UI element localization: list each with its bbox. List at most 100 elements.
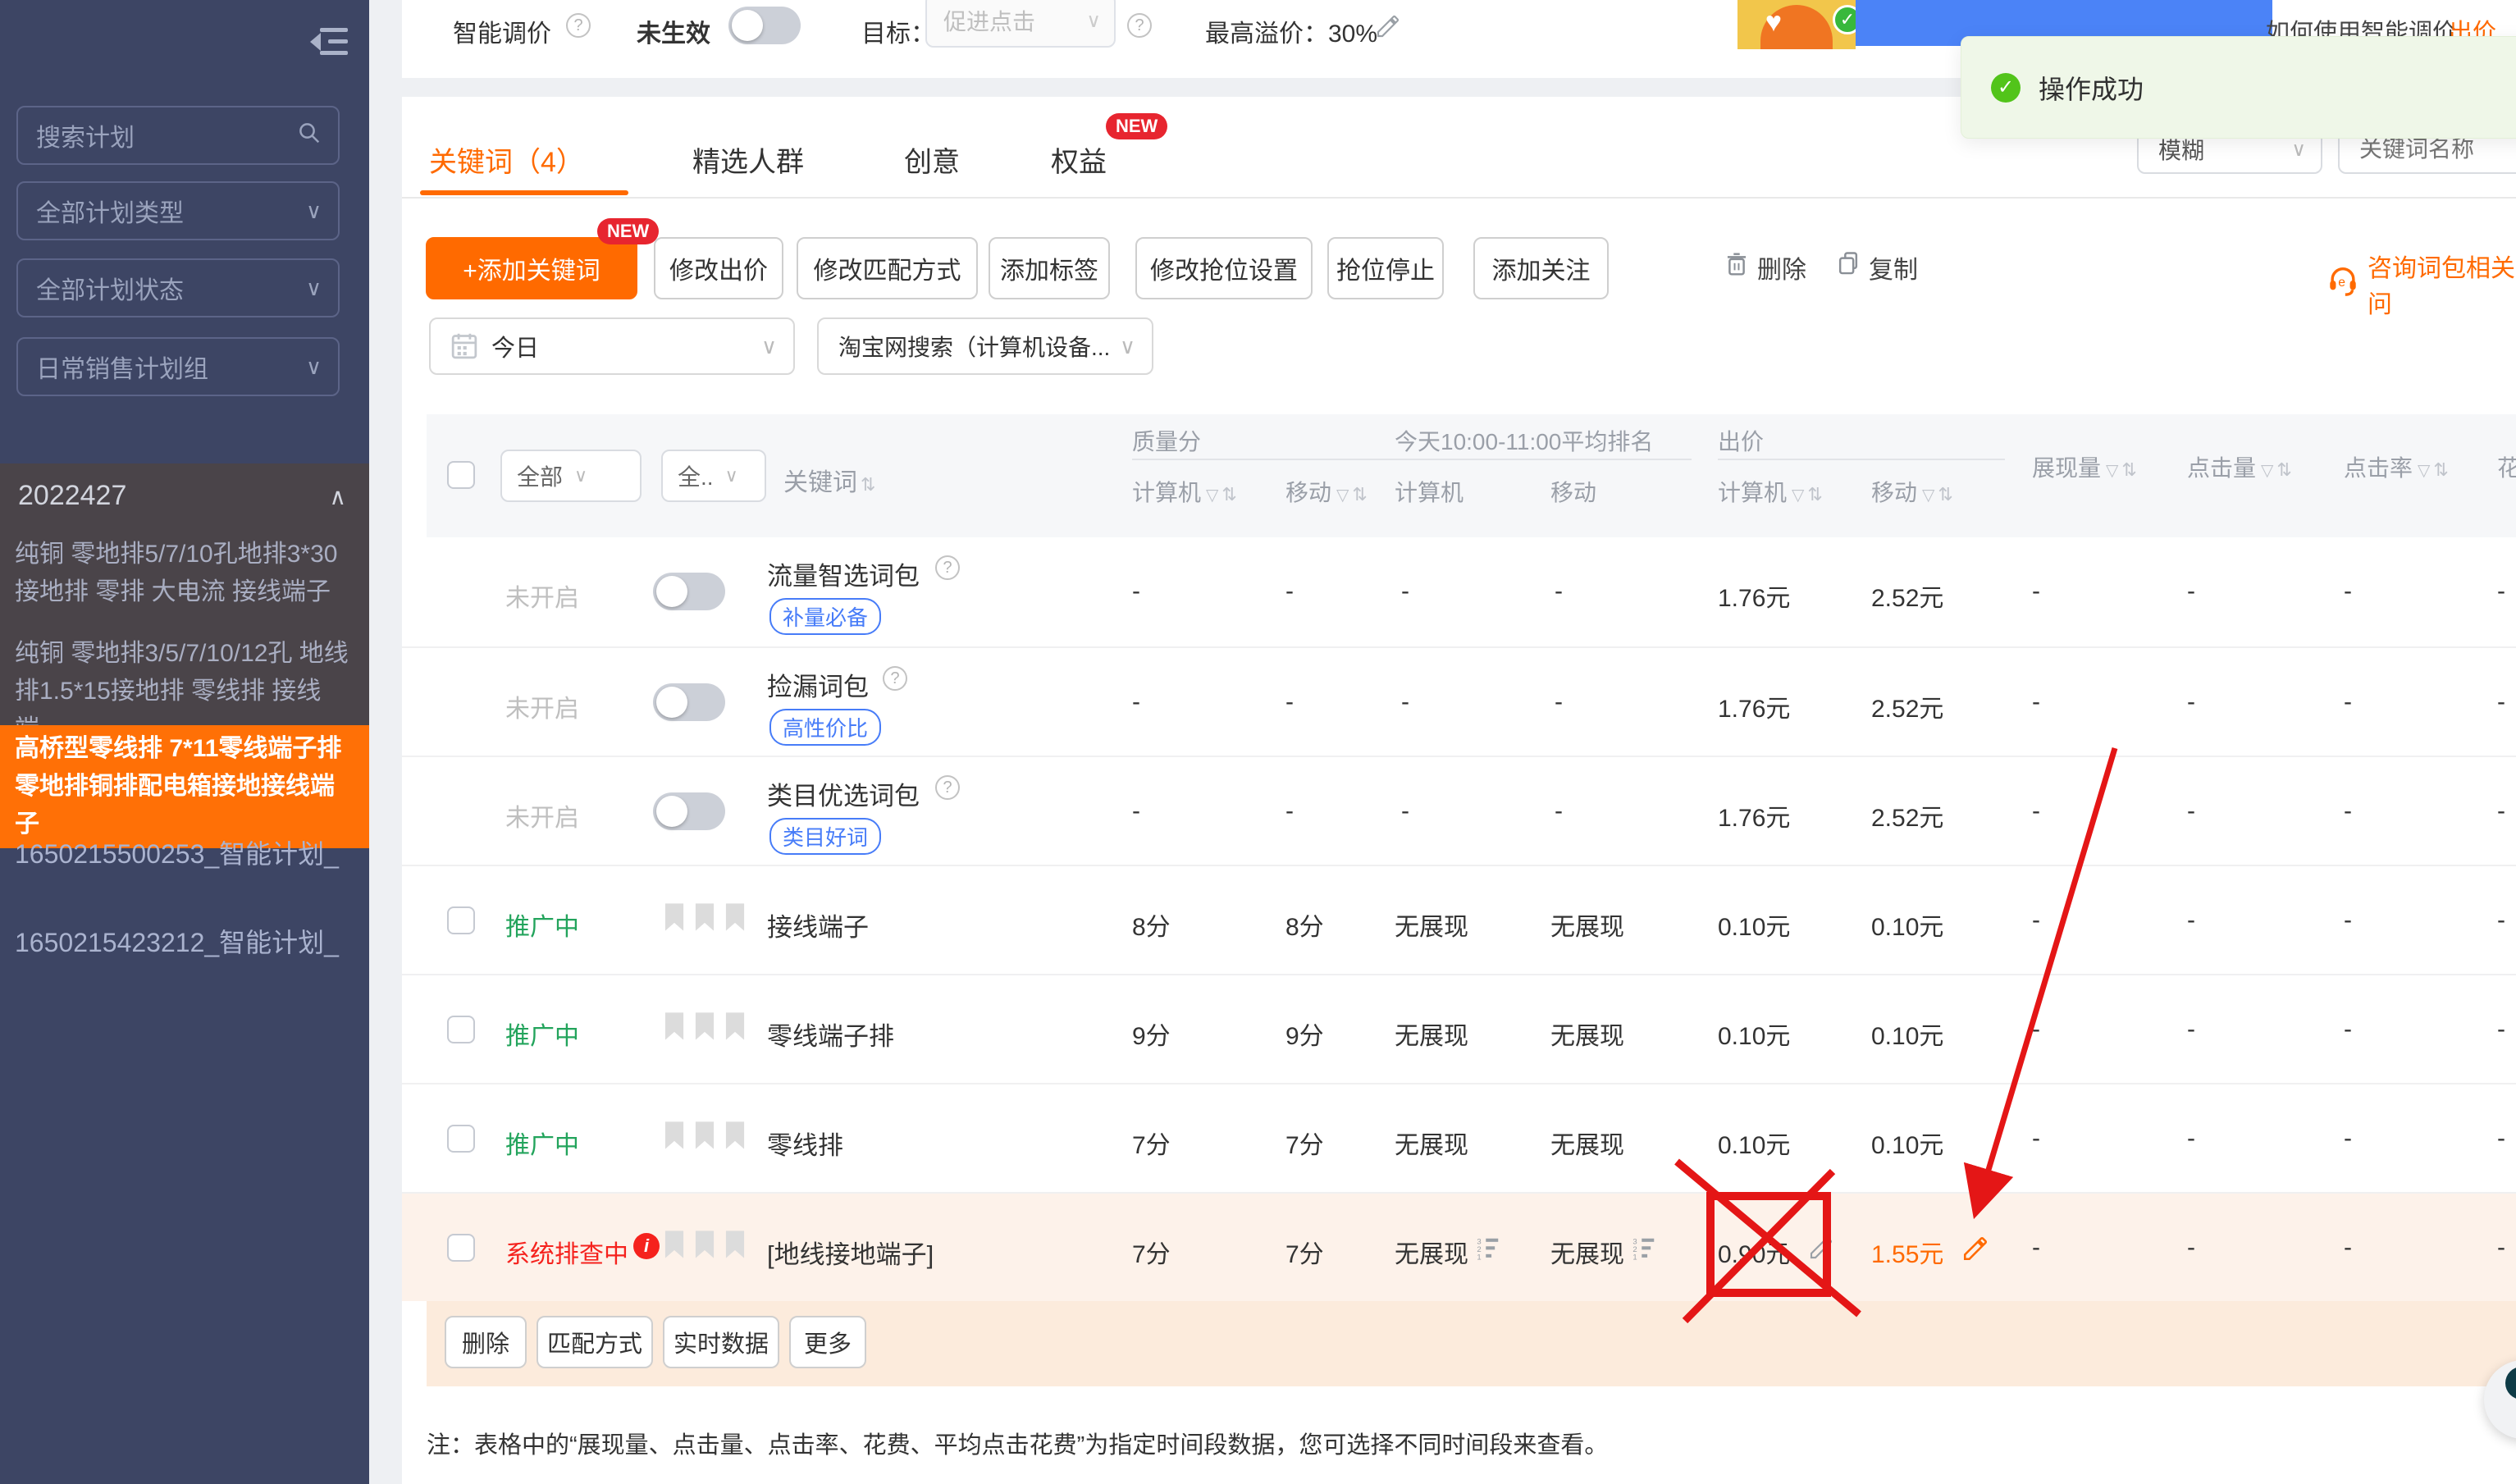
wordpack-badge: 高性价比	[769, 709, 881, 746]
smart-pricing-toggle[interactable]	[728, 7, 801, 44]
col-spend[interactable]: 花	[2497, 450, 2516, 483]
sidebar-plan-item[interactable]: 纯铜 零地排5/7/10孔地排3*30接地排 零排 大电流 接线端子	[0, 536, 369, 611]
wordpack-name[interactable]: 类目优选词包	[767, 775, 920, 812]
tab-keywords[interactable]: 关键词（4）	[429, 139, 584, 180]
row-status: 系统排查中	[505, 1234, 628, 1270]
sidebar-plan-item[interactable]: 1650215423212_智能计划_	[0, 924, 369, 961]
cell-bid-pc: 1.76元	[1718, 578, 1790, 614]
chevron-down-icon: ∨	[306, 276, 322, 301]
success-check-icon: ✓	[1991, 73, 2021, 103]
table-row: 推广中 接线端子 8分 8分 无展现 无展现 0.10元 0.10元 - - -…	[402, 865, 2516, 974]
col-quality-mobile[interactable]: 移动▽⇅	[1285, 475, 1368, 508]
row-status: 未开启	[505, 578, 579, 614]
sidebar-collapse-icon[interactable]	[310, 26, 348, 59]
plan-status-select[interactable]: 全部计划状态 ∨	[16, 258, 340, 317]
wordpack-name[interactable]: 捡漏词包	[767, 666, 869, 703]
col-clicks[interactable]: 点击量▽⇅	[2187, 450, 2292, 483]
row-checkbox[interactable]	[447, 906, 475, 934]
row-status: 推广中	[505, 1016, 579, 1052]
delete-label: 删除	[1757, 249, 1806, 285]
smart-pricing-status: 未生效	[637, 13, 710, 49]
date-range-select[interactable]: 今日 ∨	[429, 317, 795, 375]
flag-icons[interactable]	[663, 902, 747, 932]
flag-icons[interactable]	[663, 1121, 747, 1150]
rank-list-icon[interactable]: 321	[1632, 1236, 1655, 1265]
select-all-checkbox[interactable]	[447, 461, 475, 489]
toast-message: 操作成功	[2039, 69, 2144, 107]
chevron-down-icon: ∨	[1086, 9, 1101, 33]
plan-search-input[interactable]: 搜索计划	[16, 106, 340, 165]
edit-match-button[interactable]: 修改匹配方式	[797, 237, 978, 299]
edit-grab-button[interactable]: 修改抢位设置	[1135, 237, 1313, 299]
col-keyword[interactable]: 关键词⇅	[783, 462, 875, 498]
col-impressions[interactable]: 展现量▽⇅	[2032, 450, 2137, 483]
row-checkbox[interactable]	[447, 1125, 475, 1153]
sidebar-plan-item[interactable]: 1650215500253_智能计划_	[0, 835, 369, 873]
help-icon[interactable]: ?	[935, 775, 960, 800]
group-bid: 出价	[1718, 424, 1764, 457]
status-filter-select[interactable]: 全部∨	[500, 450, 642, 502]
keyword-name[interactable]: 接线端子	[767, 906, 869, 943]
trash-icon	[1724, 251, 1749, 284]
flag-icons[interactable]	[663, 1230, 747, 1259]
col-ctr[interactable]: 点击率▽⇅	[2344, 450, 2449, 483]
match-filter-select[interactable]: 全..∨	[661, 450, 766, 502]
add-keyword-button[interactable]: +添加关键词	[426, 237, 637, 299]
goal-select[interactable]: 促进点击 ∨	[925, 0, 1116, 48]
wordpack-badge: 类目好词	[769, 818, 881, 855]
wordpack-toggle[interactable]	[653, 683, 725, 721]
tab-rights[interactable]: 权益	[1051, 139, 1107, 180]
col-bid-mobile[interactable]: 移动▽⇅	[1871, 475, 1953, 508]
keyword-name[interactable]: 零线排	[767, 1125, 843, 1162]
keyword-name[interactable]: 零线端子排	[767, 1016, 894, 1052]
edit-pencil-icon[interactable]	[1375, 13, 1401, 43]
wordpack-name[interactable]: 流量智选词包	[767, 555, 920, 592]
rank-list-icon[interactable]: 321	[1477, 1236, 1500, 1265]
info-icon[interactable]: i	[633, 1233, 660, 1259]
plan-search-placeholder: 搜索计划	[36, 117, 135, 153]
wordpack-toggle[interactable]	[653, 792, 725, 830]
copy-link[interactable]: 复制	[1836, 249, 1918, 285]
tab-audience[interactable]: 精选人群	[692, 139, 804, 180]
footer-delete-button[interactable]: 删除	[445, 1316, 527, 1368]
add-watch-button[interactable]: 添加关注	[1473, 237, 1609, 299]
col-bid-pc[interactable]: 计算机▽⇅	[1718, 475, 1823, 508]
help-icon[interactable]: ?	[566, 13, 591, 38]
footer-realtime-button[interactable]: 实时数据	[663, 1316, 779, 1368]
tab-creative[interactable]: 创意	[904, 139, 960, 180]
add-tag-button[interactable]: 添加标签	[989, 237, 1110, 299]
row-checkbox[interactable]	[447, 1016, 475, 1043]
table-row: 推广中 零线端子排 9分 9分 无展现 无展现 0.10元 0.10元 - - …	[402, 974, 2516, 1083]
edit-pencil-icon[interactable]	[1961, 1235, 1989, 1267]
plan-type-select[interactable]: 全部计划类型 ∨	[16, 181, 340, 240]
table-row: 推广中 零线排 7分 7分 无展现 无展现 0.10元 0.10元 - - - …	[402, 1083, 2516, 1192]
keyword-name[interactable]: [地线接地端子]	[767, 1234, 934, 1271]
channel-select[interactable]: 淘宝网搜索（计算机设备... ∨	[817, 317, 1153, 375]
footer-more-button[interactable]: 更多	[789, 1316, 866, 1368]
cell-bid-mobile: 2.52元	[1871, 578, 1943, 614]
wordpack-toggle[interactable]	[653, 573, 725, 610]
footer-match-button[interactable]: 匹配方式	[537, 1316, 653, 1368]
cell-impressions: -	[2032, 578, 2040, 605]
edit-bid-button[interactable]: 修改出价	[654, 237, 783, 299]
delete-link[interactable]: 删除	[1724, 249, 1806, 285]
row-checkbox[interactable]	[447, 1234, 475, 1262]
sidebar-plan-item-active[interactable]: 高桥型零线排 7*11零线端子排零地排铜排配电箱接地接线端子	[0, 725, 369, 848]
flag-icons[interactable]	[663, 1011, 747, 1041]
edit-pencil-icon[interactable]	[1808, 1235, 1834, 1265]
cell-clicks: -	[2187, 578, 2195, 605]
smart-pricing-label: 智能调价	[453, 13, 551, 49]
consult-wordpack-link[interactable]: e 咨询词包相关问	[2327, 248, 2516, 320]
page: 搜索计划 全部计划类型 ∨ 全部计划状态 ∨ 日常销售计划组 ∨ 2022427…	[0, 0, 2516, 1484]
stop-grab-button[interactable]: 抢位停止	[1327, 237, 1444, 299]
plan-group-label: 日常销售计划组	[36, 349, 208, 385]
col-quality-pc[interactable]: 计算机▽⇅	[1132, 475, 1237, 508]
help-icon[interactable]: ?	[935, 555, 960, 580]
cell-spend: -	[2497, 578, 2505, 605]
main-panel: 关键词（4） 精选人群 创意 权益 NEW 模糊 ∨ +添加关键词 NEW 修改…	[402, 97, 2516, 1484]
plan-group-select[interactable]: 日常销售计划组 ∨	[16, 337, 340, 396]
help-icon[interactable]: ?	[883, 666, 907, 691]
campaign-group-title[interactable]: 2022427	[18, 480, 126, 512]
help-icon[interactable]: ?	[1127, 13, 1152, 38]
chevron-up-icon[interactable]: ∧	[330, 483, 347, 510]
